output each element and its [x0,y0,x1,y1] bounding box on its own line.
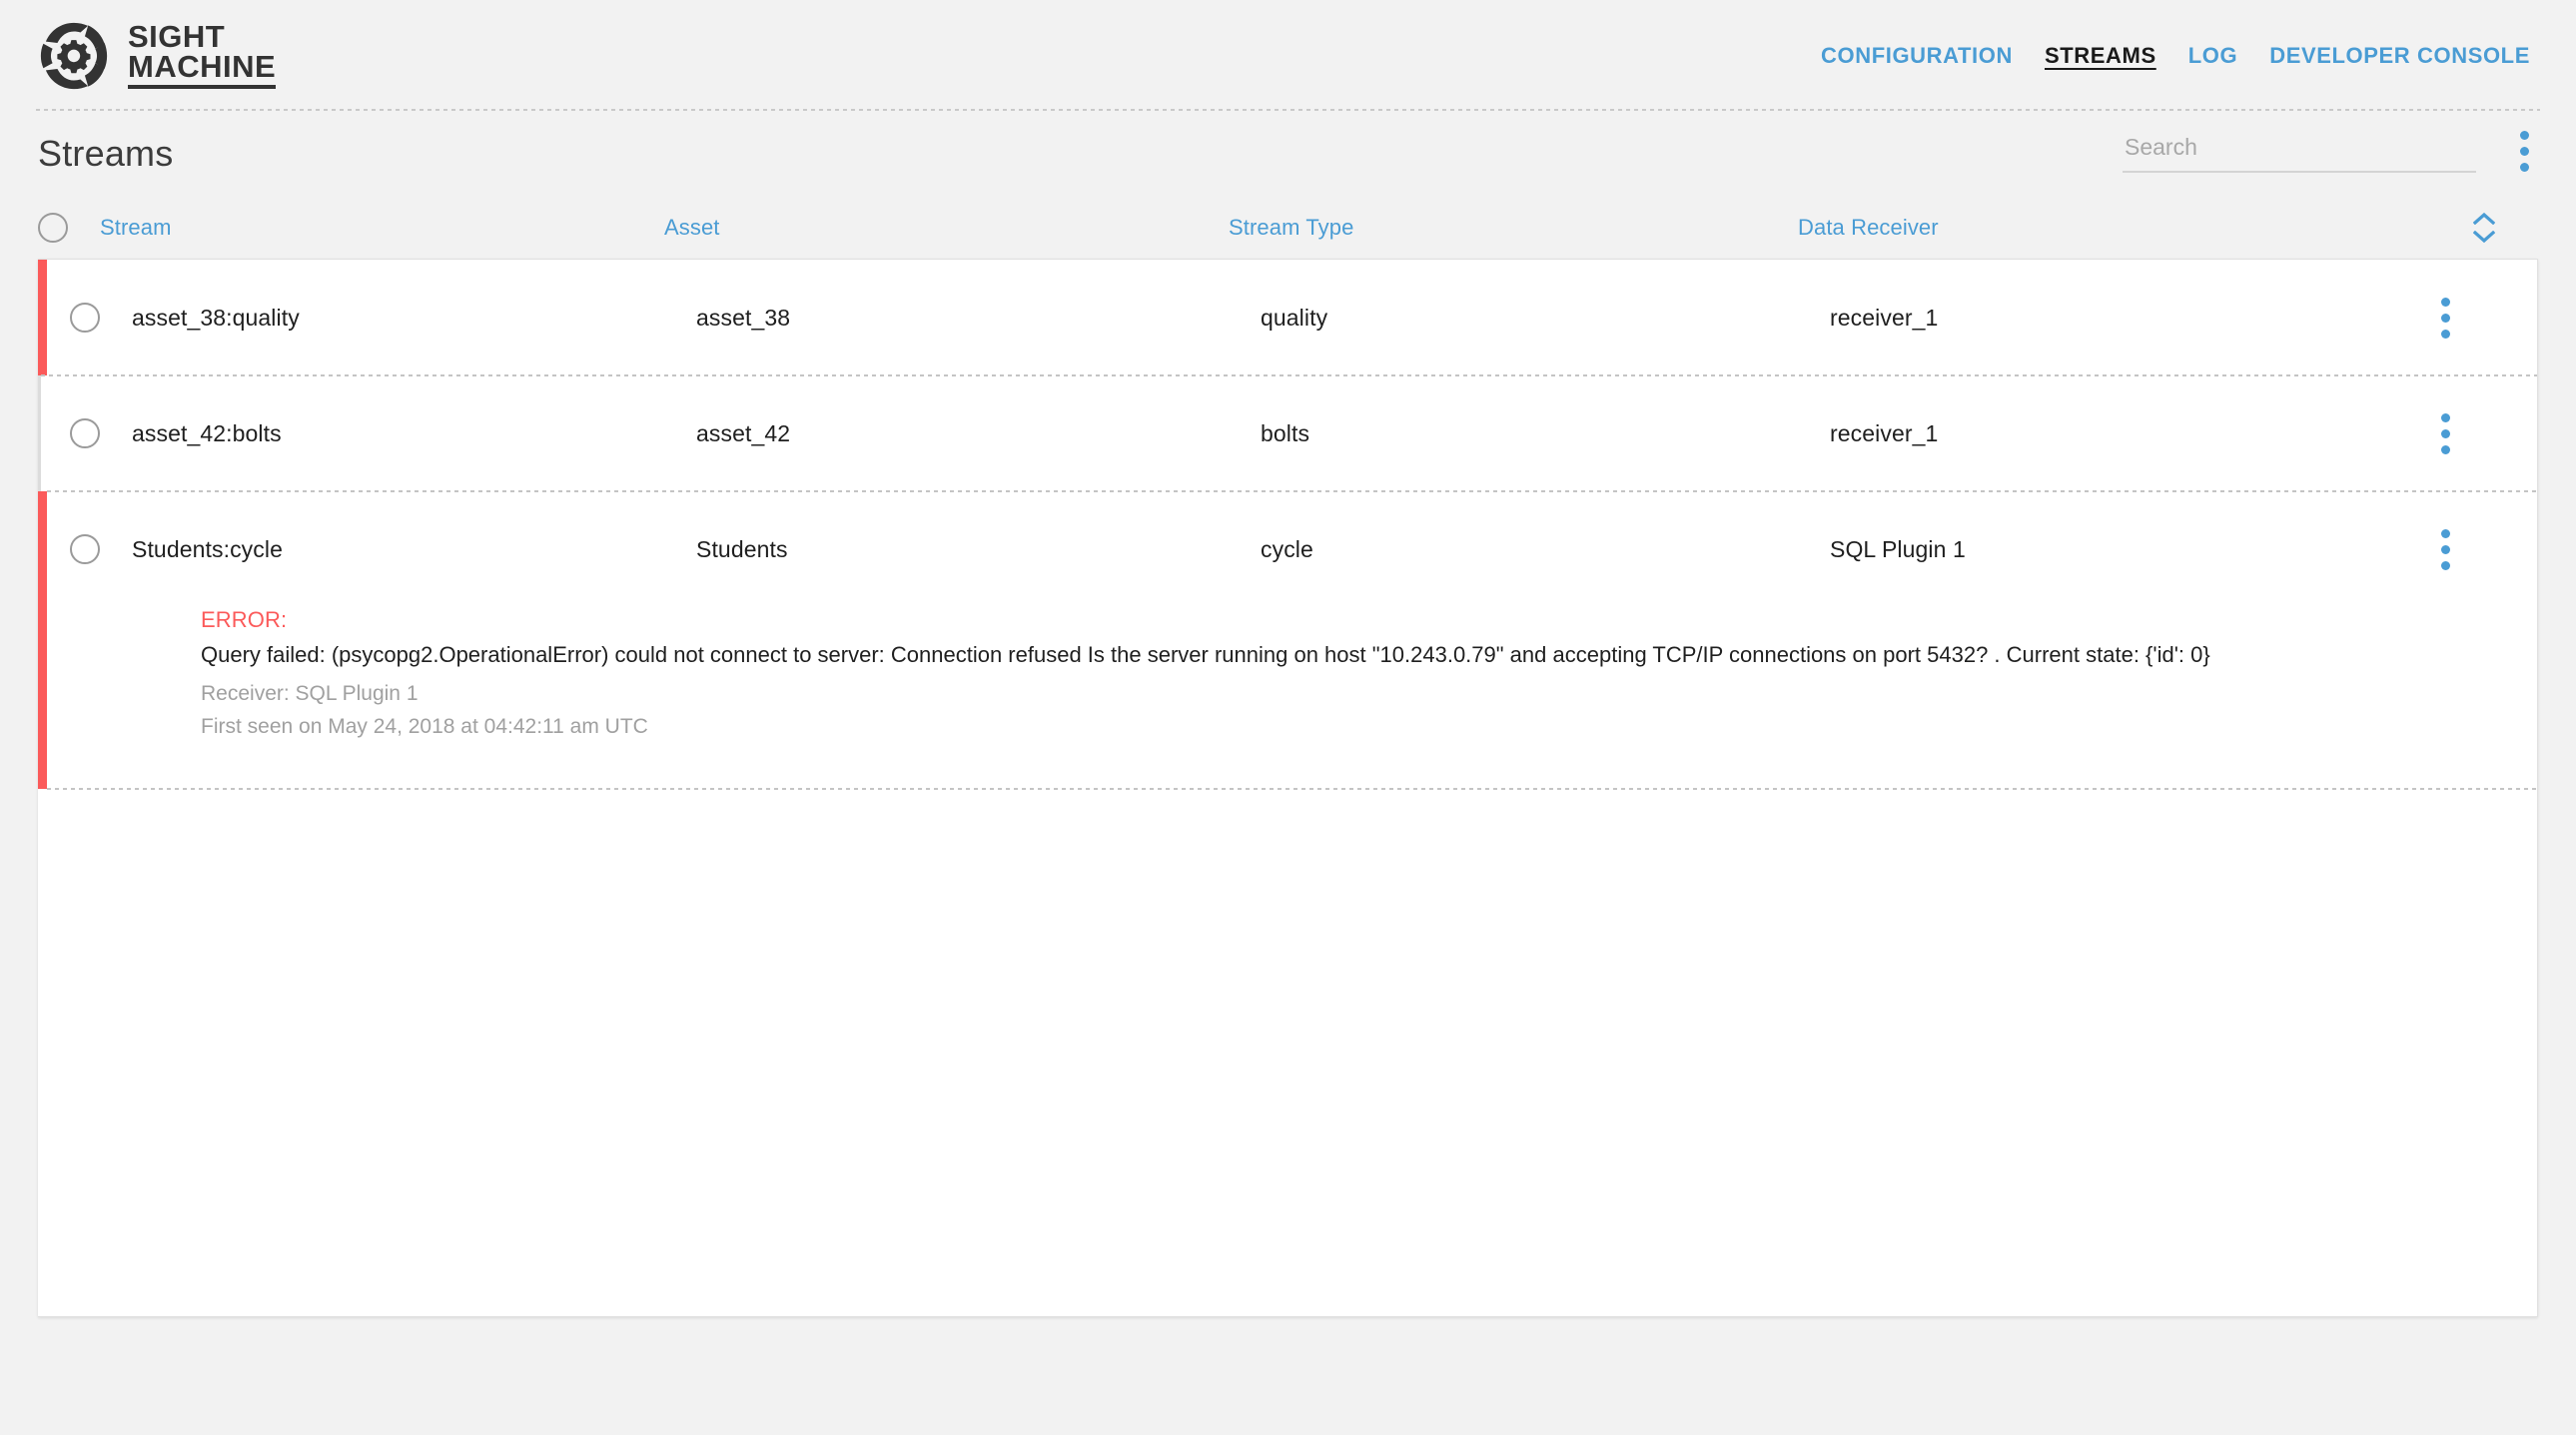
page-header-actions [2123,129,2538,179]
row-overflow-menu-button[interactable] [2431,411,2459,455]
table-row-main: asset_42:bolts asset_42 bolts receiver_1 [41,375,2537,491]
nav-item-configuration[interactable]: CONFIGURATION [1821,43,2013,69]
row-overflow-menu-button[interactable] [2431,527,2459,571]
kebab-dot-2 [2441,429,2450,438]
cell-stream-type: quality [1261,305,1830,332]
brand-wordmark: SIGHT MACHINE [128,22,276,90]
row-error-details: ERROR: Query failed: (psycopg2.Operation… [47,607,2537,789]
row-select-cell [70,418,132,448]
cell-stream: asset_42:bolts [132,420,696,447]
page-overflow-menu-button[interactable] [2510,129,2538,173]
cell-asset: asset_42 [696,420,1261,447]
cell-data-receiver: receiver_1 [1830,305,2391,332]
error-first-seen: First seen on May 24, 2018 at 04:42:11 a… [201,711,2477,744]
error-message: Query failed: (psycopg2.OperationalError… [201,640,2477,669]
column-header-asset[interactable]: Asset [664,215,1229,241]
nav-item-developer-console[interactable]: DEVELOPER CONSOLE [2269,43,2530,69]
column-header-stream[interactable]: Stream [100,215,664,241]
kebab-dot-1 [2441,413,2450,422]
row-select-cell [70,303,132,333]
row-select-cell [70,534,132,564]
cell-stream-type: cycle [1261,536,1830,563]
cell-data-receiver: receiver_1 [1830,420,2391,447]
error-receiver: Receiver: SQL Plugin 1 [201,678,2477,711]
column-header-stream-type[interactable]: Stream Type [1229,215,1798,241]
kebab-dot-1 [2441,529,2450,538]
aperture-gear-logo-icon [38,20,110,92]
select-all-radio[interactable] [38,213,68,243]
kebab-dot-3 [2520,163,2529,172]
main-navigation: CONFIGURATION STREAMS LOG DEVELOPER CONS… [1821,43,2538,69]
nav-item-log[interactable]: LOG [2188,43,2237,69]
error-label: ERROR: [201,607,2477,633]
cell-asset: Students [696,536,1261,563]
select-all-cell [38,213,100,243]
cell-asset: asset_38 [696,305,1261,332]
table-header-row: Stream Asset Stream Type Data Receiver [0,197,2576,259]
search-input[interactable] [2123,130,2476,173]
sort-toggle[interactable] [2473,213,2495,243]
row-actions-cell [2391,411,2499,455]
page-header-row: Streams [0,111,2576,197]
row-select-radio[interactable] [70,418,100,448]
column-header-asset-label: Asset [664,215,720,240]
chevron-down-icon [2473,231,2495,243]
brand-line-1: SIGHT [128,22,276,52]
row-select-radio[interactable] [70,303,100,333]
top-header-bar: SIGHT MACHINE CONFIGURATION STREAMS LOG … [0,0,2576,111]
table-row[interactable]: asset_38:quality asset_38 quality receiv… [38,260,2537,375]
search-field-wrapper [2123,130,2476,173]
column-header-stream-label: Stream [100,215,172,240]
kebab-dot-2 [2441,545,2450,554]
page-title: Streams [38,133,173,175]
row-actions-cell [2391,527,2499,571]
kebab-dot-3 [2441,330,2450,339]
column-header-sort-cell [2430,213,2538,243]
table-row-main: asset_38:quality asset_38 quality receiv… [47,260,2537,375]
kebab-dot-3 [2441,561,2450,570]
table-row[interactable]: Students:cycle Students cycle SQL Plugin… [38,491,2537,789]
row-select-radio[interactable] [70,534,100,564]
streams-table-panel: asset_38:quality asset_38 quality receiv… [38,259,2538,1317]
kebab-dot-1 [2441,298,2450,307]
column-header-data-receiver-label: Data Receiver [1798,215,1939,240]
kebab-dot-1 [2520,131,2529,140]
cell-stream: asset_38:quality [132,305,696,332]
cell-data-receiver: SQL Plugin 1 [1830,536,2391,563]
row-actions-cell [2391,296,2499,340]
brand-logo-area[interactable]: SIGHT MACHINE [38,20,276,92]
cell-stream: Students:cycle [132,536,696,563]
row-overflow-menu-button[interactable] [2431,296,2459,340]
kebab-dot-3 [2441,445,2450,454]
kebab-dot-2 [2441,314,2450,323]
chevron-up-icon [2473,213,2495,225]
table-row-main: Students:cycle Students cycle SQL Plugin… [47,491,2537,607]
table-row[interactable]: asset_42:bolts asset_42 bolts receiver_1 [38,375,2537,491]
kebab-dot-2 [2520,147,2529,156]
column-header-stream-type-label: Stream Type [1229,215,1353,240]
column-header-data-receiver[interactable]: Data Receiver [1798,215,2430,241]
cell-stream-type: bolts [1261,420,1830,447]
nav-item-streams[interactable]: STREAMS [2045,43,2156,69]
brand-line-2: MACHINE [128,52,276,89]
